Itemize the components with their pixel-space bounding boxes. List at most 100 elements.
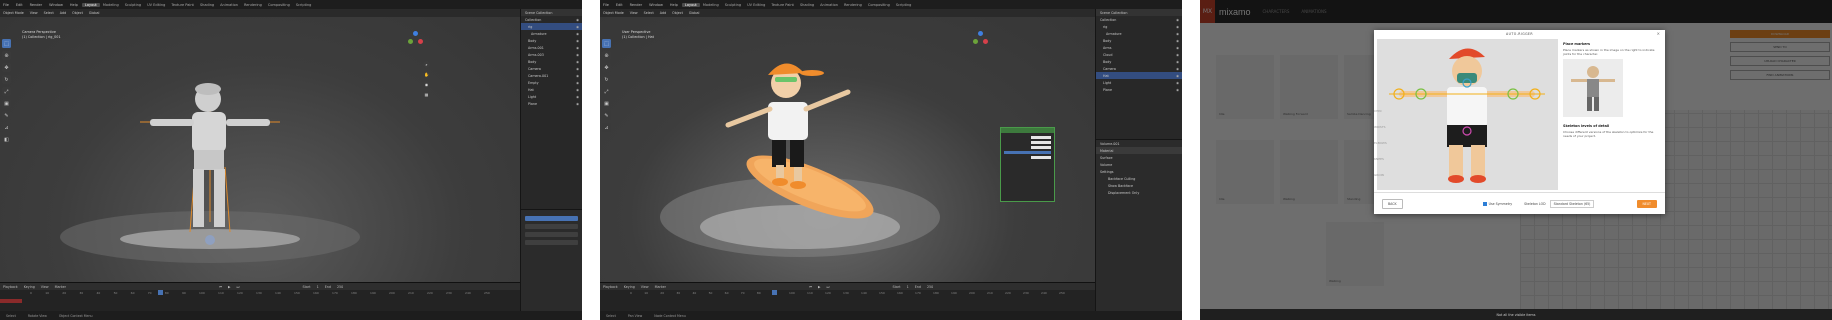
eye-icon[interactable]: ◉ [576, 53, 579, 57]
eye-icon[interactable]: ◉ [1176, 46, 1179, 50]
eye-icon[interactable]: ◉ [576, 60, 579, 64]
tab-layout[interactable]: Layout [681, 2, 700, 7]
gizmo-z-icon[interactable] [978, 31, 983, 36]
rotate-tool-icon[interactable]: ↻ [602, 75, 611, 84]
jump-end-icon[interactable]: ⏭ [237, 285, 240, 289]
navigation-gizmo[interactable] [405, 31, 427, 53]
eye-icon[interactable]: ◉ [576, 39, 579, 43]
playback-menu[interactable]: Playback [3, 285, 18, 289]
gizmo-y-icon[interactable] [973, 39, 978, 44]
mode-dropdown[interactable]: Object Mode [3, 11, 24, 15]
menu-file[interactable]: File [603, 3, 609, 7]
outliner-row[interactable]: Camera.001 ◉ [521, 72, 582, 79]
annotate-tool-icon[interactable]: ✎ [2, 111, 11, 120]
outliner-row[interactable]: Arms.003 ◉ [521, 51, 582, 58]
node-field[interactable] [1031, 136, 1051, 139]
end-frame-field[interactable]: 250 [927, 285, 933, 289]
gizmo-y-icon[interactable] [408, 39, 413, 44]
gizmo-x-icon[interactable] [418, 39, 423, 44]
symmetry-checkbox-icon[interactable] [1482, 201, 1487, 206]
tab-shading[interactable]: Shading [197, 3, 217, 7]
tab-sculpting[interactable]: Sculpting [122, 3, 144, 7]
menu-render[interactable]: Render [30, 3, 42, 7]
node-field[interactable] [1031, 146, 1051, 149]
menu-help[interactable]: Help [670, 3, 678, 7]
eye-icon[interactable]: ◉ [576, 81, 579, 85]
3d-viewport[interactable]: Camera Perspective (1) Collection | rig_… [0, 17, 520, 282]
view-menu[interactable]: View [41, 285, 49, 289]
tab-texture-paint[interactable]: Texture Paint [768, 3, 797, 7]
node-field[interactable] [1031, 141, 1051, 144]
tab-rendering[interactable]: Rendering [241, 3, 265, 7]
outliner-row[interactable]: Body ◉ [1096, 37, 1182, 44]
transform-orientation[interactable]: Global [689, 11, 700, 15]
tab-scripting[interactable]: Scripting [293, 3, 315, 7]
play-icon[interactable]: ▶ [818, 285, 821, 289]
property-field[interactable] [525, 240, 578, 245]
tab-uv-editing[interactable]: UV Editing [144, 3, 168, 7]
checkbox-row[interactable]: Show Backface [1096, 182, 1182, 189]
transform-tool-icon[interactable]: ▣ [602, 99, 611, 108]
annotate-tool-icon[interactable]: ✎ [602, 111, 611, 120]
tab-texture-paint[interactable]: Texture Paint [168, 3, 197, 7]
outliner-row[interactable]: Body ◉ [521, 58, 582, 65]
node-field-selected[interactable] [1004, 151, 1051, 154]
jump-start-icon[interactable]: ⏮ [809, 285, 812, 289]
eye-icon[interactable]: ◉ [576, 46, 579, 50]
measure-tool-icon[interactable]: ⊿ [602, 123, 611, 132]
jump-start-icon[interactable]: ⏮ [219, 285, 222, 289]
property-field[interactable] [525, 232, 578, 237]
scale-tool-icon[interactable]: ⤢ [602, 87, 611, 96]
add-cube-tool-icon[interactable]: ◧ [2, 135, 11, 144]
eye-icon[interactable]: ◉ [1176, 39, 1179, 43]
node-field[interactable] [1031, 156, 1051, 159]
menu-window[interactable]: Window [649, 3, 663, 7]
cursor-tool-icon[interactable]: ⊕ [2, 51, 11, 60]
object-menu[interactable]: Object [72, 11, 83, 15]
outliner-row[interactable]: Armature ◉ [521, 30, 582, 37]
close-icon[interactable]: × [1657, 31, 1660, 36]
eye-icon[interactable]: ◉ [576, 25, 579, 29]
outliner-row[interactable]: Hat ◉ [1096, 72, 1182, 79]
scale-tool-icon[interactable]: ⤢ [2, 87, 11, 96]
property-row[interactable]: Volume.001 [1096, 140, 1182, 147]
outliner-row[interactable]: Arms ◉ [1096, 44, 1182, 51]
transform-tool-icon[interactable]: ▣ [2, 99, 11, 108]
select-tool-icon[interactable]: ⬚ [602, 39, 611, 48]
menu-help[interactable]: Help [70, 3, 78, 7]
checkbox-row[interactable]: Backface Culling [1096, 175, 1182, 182]
tab-compositing[interactable]: Compositing [865, 3, 893, 7]
move-tool-icon[interactable]: ✥ [602, 63, 611, 72]
eye-icon[interactable]: ◉ [1176, 32, 1179, 36]
move-tool-icon[interactable]: ✥ [2, 63, 11, 72]
eye-icon[interactable]: ◉ [1176, 81, 1179, 85]
frame-ruler[interactable]: 0 10 20 30 40 50 60 70 80 90 100 110 120… [0, 290, 520, 296]
property-row[interactable]: Settings [1096, 168, 1182, 175]
tab-shading[interactable]: Shading [797, 3, 817, 7]
tab-layout[interactable]: Layout [81, 2, 100, 7]
outliner-row[interactable]: Armature ◉ [1096, 30, 1182, 37]
tab-compositing[interactable]: Compositing [265, 3, 293, 7]
outliner-row[interactable]: Collection ◉ [521, 16, 582, 23]
property-row[interactable]: Volume [1096, 161, 1182, 168]
start-frame-field[interactable]: 1 [907, 285, 909, 289]
eye-icon[interactable]: ◉ [576, 67, 579, 71]
select-menu[interactable]: Select [44, 11, 54, 15]
menu-window[interactable]: Window [49, 3, 63, 7]
outliner-row[interactable]: Light ◉ [521, 93, 582, 100]
eye-icon[interactable]: ◉ [1176, 88, 1179, 92]
rotate-tool-icon[interactable]: ↻ [2, 75, 11, 84]
rig-preview-stage[interactable]: CHIN WRISTS ELBOWS KNEES GROIN [1374, 39, 1558, 190]
next-button[interactable]: NEXT [1636, 199, 1657, 208]
play-icon[interactable]: ▶ [228, 285, 231, 289]
menu-edit[interactable]: Edit [616, 3, 623, 7]
pan-hand-icon[interactable]: ✋ [423, 71, 430, 78]
eye-icon[interactable]: ◉ [576, 102, 579, 106]
property-field[interactable] [525, 216, 578, 221]
outliner-row[interactable]: rig ◉ [1096, 23, 1182, 30]
menu-render[interactable]: Render [630, 3, 642, 7]
gizmo-z-icon[interactable] [413, 31, 418, 36]
tab-animation[interactable]: Animation [817, 3, 841, 7]
eye-icon[interactable]: ◉ [1176, 53, 1179, 57]
outliner-row[interactable]: Plane ◉ [1096, 86, 1182, 93]
